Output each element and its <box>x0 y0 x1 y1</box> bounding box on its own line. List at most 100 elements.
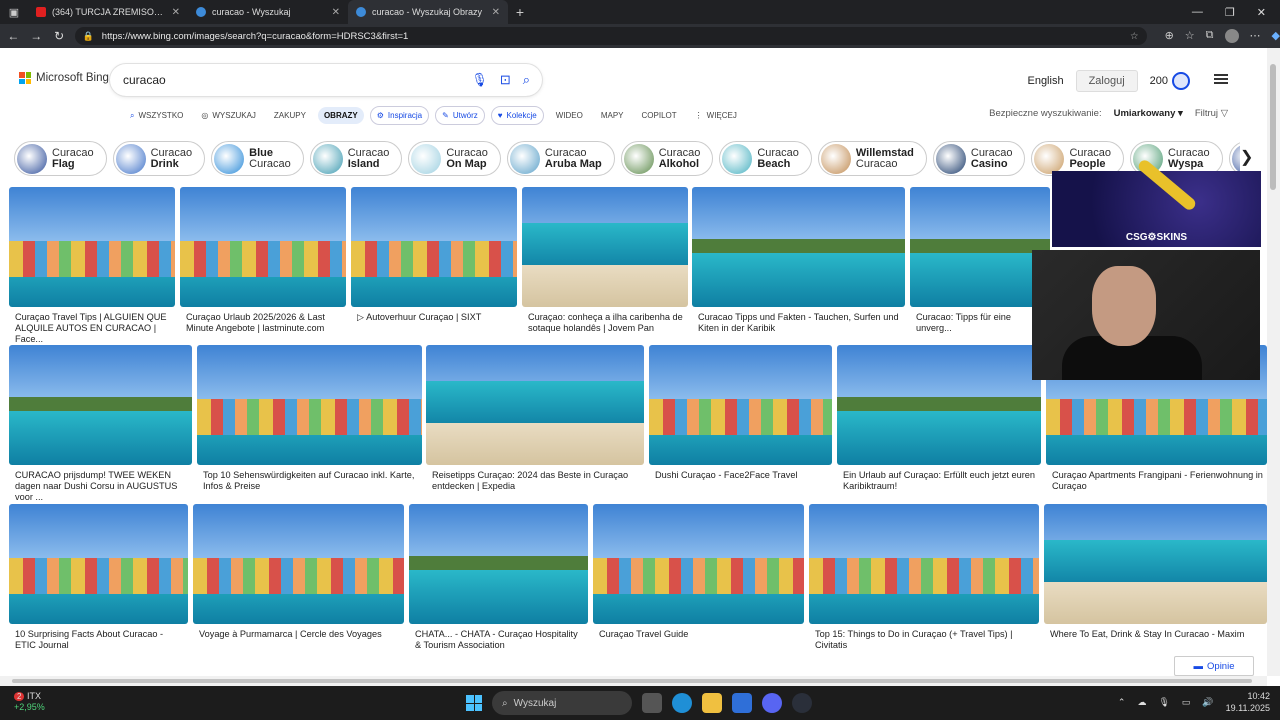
tab-actions-icon[interactable]: ▣ <box>0 0 28 24</box>
result-caption[interactable]: Curaçao: conheça a ilha caribenha de sot… <box>522 312 688 334</box>
result-caption[interactable]: Curaçao Travel Tips | ALGUIEN QUE ALQUIL… <box>9 312 175 345</box>
scope-video[interactable]: WIDEO <box>550 107 589 124</box>
close-tab-icon[interactable]: ✕ <box>332 7 340 18</box>
result-caption[interactable]: Curaçao Urlaub 2025/2026 & Last Minute A… <box>180 312 346 334</box>
result-thumbnail[interactable] <box>9 504 188 624</box>
result-thumbnail[interactable] <box>9 345 192 465</box>
result-thumbnail[interactable] <box>649 345 832 465</box>
result-thumbnail[interactable] <box>9 187 175 307</box>
filter-button[interactable]: Filtruj ▽ <box>1195 108 1228 119</box>
scope-maps[interactable]: MAPY <box>595 107 630 124</box>
language-link[interactable]: English <box>1027 75 1063 87</box>
result-thumbnail[interactable] <box>593 504 804 624</box>
result-caption[interactable]: Curacao Tipps und Fakten - Tauchen, Surf… <box>692 312 905 334</box>
result-thumbnail[interactable] <box>180 187 346 307</box>
image-result[interactable]: ▷ Autoverhuur Curaçao | SIXT <box>351 187 517 323</box>
close-window-icon[interactable]: ✕ <box>1257 6 1266 19</box>
volume-icon[interactable]: 🔊 <box>1202 697 1213 708</box>
favorite-star-icon[interactable]: ☆ <box>1130 31 1139 42</box>
related-chip[interactable]: Curacao Casino <box>932 141 1026 176</box>
close-tab-icon[interactable]: ✕ <box>172 7 180 18</box>
tab-youtube[interactable]: (364) TURCJA ZREMISOWAŁA Z HISZPANIĄ ✕ <box>28 0 188 24</box>
scope-shopping[interactable]: ZAKUPY <box>268 107 312 124</box>
result-thumbnail[interactable] <box>197 345 422 465</box>
discord-icon[interactable] <box>762 693 782 713</box>
minimize-icon[interactable]: — <box>1192 6 1203 19</box>
image-result[interactable]: CURACAO prijsdump! TWEE WEKEN dagen naar… <box>9 345 192 503</box>
image-result[interactable]: Reisetipps Curaçao: 2024 das Beste in Cu… <box>426 345 644 492</box>
scope-copilot[interactable]: COPILOT <box>636 107 683 124</box>
collections-icon[interactable]: ⧉ <box>1206 29 1214 43</box>
search-icon[interactable]: ⌕ <box>523 72 530 88</box>
scope-all[interactable]: ⌕ WSZYSTKO <box>124 107 189 125</box>
result-thumbnail[interactable] <box>910 187 1050 307</box>
image-result[interactable]: Top 15: Things to Do in Curaçao (+ Trave… <box>809 504 1039 651</box>
chevron-right-icon[interactable]: ❯ <box>1240 147 1253 167</box>
result-caption[interactable]: CHATA... - CHATA - Curaçao Hospitality &… <box>409 629 588 651</box>
result-thumbnail[interactable] <box>522 187 688 307</box>
tab-search[interactable]: curacao - Wyszukaj ✕ <box>188 0 348 24</box>
file-explorer-icon[interactable] <box>702 693 722 713</box>
windows-start-icon[interactable] <box>466 695 482 711</box>
related-chip[interactable]: Curacao On Map <box>408 141 501 176</box>
result-caption[interactable]: 10 Surprising Facts About Curacao - ETIC… <box>9 629 188 651</box>
cloud-icon[interactable]: ☁ <box>1137 697 1146 708</box>
feedback-button[interactable]: ▬ Opinie <box>1174 656 1254 676</box>
result-caption[interactable]: Top 15: Things to Do in Curaçao (+ Trave… <box>809 629 1039 651</box>
maximize-icon[interactable]: ❐ <box>1225 6 1235 19</box>
result-thumbnail[interactable] <box>193 504 404 624</box>
stock-widget[interactable]: 2 ITX +2,95% <box>14 691 45 713</box>
url-field[interactable]: 🔒 https://www.bing.com/images/search?q=c… <box>74 27 1147 45</box>
result-thumbnail[interactable] <box>351 187 517 307</box>
image-result[interactable]: CHATA... - CHATA - Curaçao Hospitality &… <box>409 504 588 651</box>
related-chip[interactable]: Curacao Flag <box>14 141 107 176</box>
scope-inspiration[interactable]: ⚙ Inspiracja <box>369 106 430 125</box>
chevron-up-icon[interactable]: ⌃ <box>1118 697 1126 708</box>
result-thumbnail[interactable] <box>409 504 588 624</box>
scope-copilot-search[interactable]: ◎ WYSZUKAJ <box>195 107 262 124</box>
scroll-thumb[interactable] <box>12 679 1252 683</box>
login-button[interactable]: Zaloguj <box>1075 70 1138 92</box>
related-chip[interactable]: Curacao Aruba Map <box>506 141 615 176</box>
clock[interactable]: 10:42 19.11.2025 <box>1226 690 1270 714</box>
safe-search-dropdown[interactable]: Umiarkowany ▾ <box>1114 108 1183 119</box>
image-result[interactable]: 10 Surprising Facts About Curacao - ETIC… <box>9 504 188 651</box>
horizontal-scrollbar[interactable] <box>0 676 1267 686</box>
result-caption[interactable]: Curaçao Apartments Frangipani - Ferienwo… <box>1046 470 1267 492</box>
image-result[interactable]: Where To Eat, Drink & Stay In Curacao - … <box>1044 504 1267 640</box>
close-tab-icon[interactable]: ✕ <box>492 7 500 18</box>
edge-icon[interactable] <box>672 693 692 713</box>
bing-logo[interactable]: Microsoft Bing <box>19 72 109 84</box>
result-thumbnail[interactable] <box>809 504 1039 624</box>
result-caption[interactable]: Top 10 Sehenswürdigkeiten auf Curacao in… <box>197 470 422 492</box>
image-result[interactable]: Ein Urlaub auf Curaçao: Erfüllt euch jet… <box>837 345 1041 492</box>
network-icon[interactable]: ▭ <box>1182 697 1191 708</box>
image-result[interactable]: Dushi Curaçao - Face2Face Travel <box>649 345 832 481</box>
image-result[interactable]: Curacao: Tipps für eine unverg... <box>910 187 1050 334</box>
image-result[interactable]: Curaçao Urlaub 2025/2026 & Last Minute A… <box>180 187 346 334</box>
result-thumbnail[interactable] <box>692 187 905 307</box>
result-thumbnail[interactable] <box>1044 504 1267 624</box>
result-thumbnail[interactable] <box>837 345 1041 465</box>
more-icon[interactable]: ⋯ <box>1250 29 1261 43</box>
related-chip[interactable]: Curacao Beach <box>719 141 812 176</box>
rewards[interactable]: 200 <box>1150 72 1190 90</box>
store-icon[interactable] <box>732 693 752 713</box>
related-chip[interactable]: Curacao Drink <box>112 141 206 176</box>
task-view-icon[interactable] <box>642 693 662 713</box>
result-caption[interactable]: Voyage à Purmamarca | Cercle des Voyages <box>193 629 404 640</box>
image-result[interactable]: Top 10 Sehenswürdigkeiten auf Curacao in… <box>197 345 422 492</box>
scope-more[interactable]: ⋮ WIĘCEJ <box>689 107 743 124</box>
image-result[interactable]: Voyage à Purmamarca | Cercle des Voyages <box>193 504 404 640</box>
result-caption[interactable]: Reisetipps Curaçao: 2024 das Beste in Cu… <box>426 470 644 492</box>
visual-search-icon[interactable]: ⊡ <box>500 72 511 88</box>
new-tab-button[interactable]: + <box>508 4 532 20</box>
image-result[interactable]: Curaçao Travel Tips | ALGUIEN QUE ALQUIL… <box>9 187 175 345</box>
image-result[interactable]: Curaçao: conheça a ilha caribenha de sot… <box>522 187 688 334</box>
refresh-icon[interactable]: ↻ <box>52 29 67 43</box>
microphone-icon[interactable]: 🎙 <box>1158 697 1169 708</box>
scope-create[interactable]: ✎ Utwórz <box>435 106 485 125</box>
related-chip[interactable]: Curacao Alkohol <box>620 141 714 176</box>
steam-icon[interactable] <box>792 693 812 713</box>
image-result[interactable]: Curaçao Travel Guide <box>593 504 804 640</box>
